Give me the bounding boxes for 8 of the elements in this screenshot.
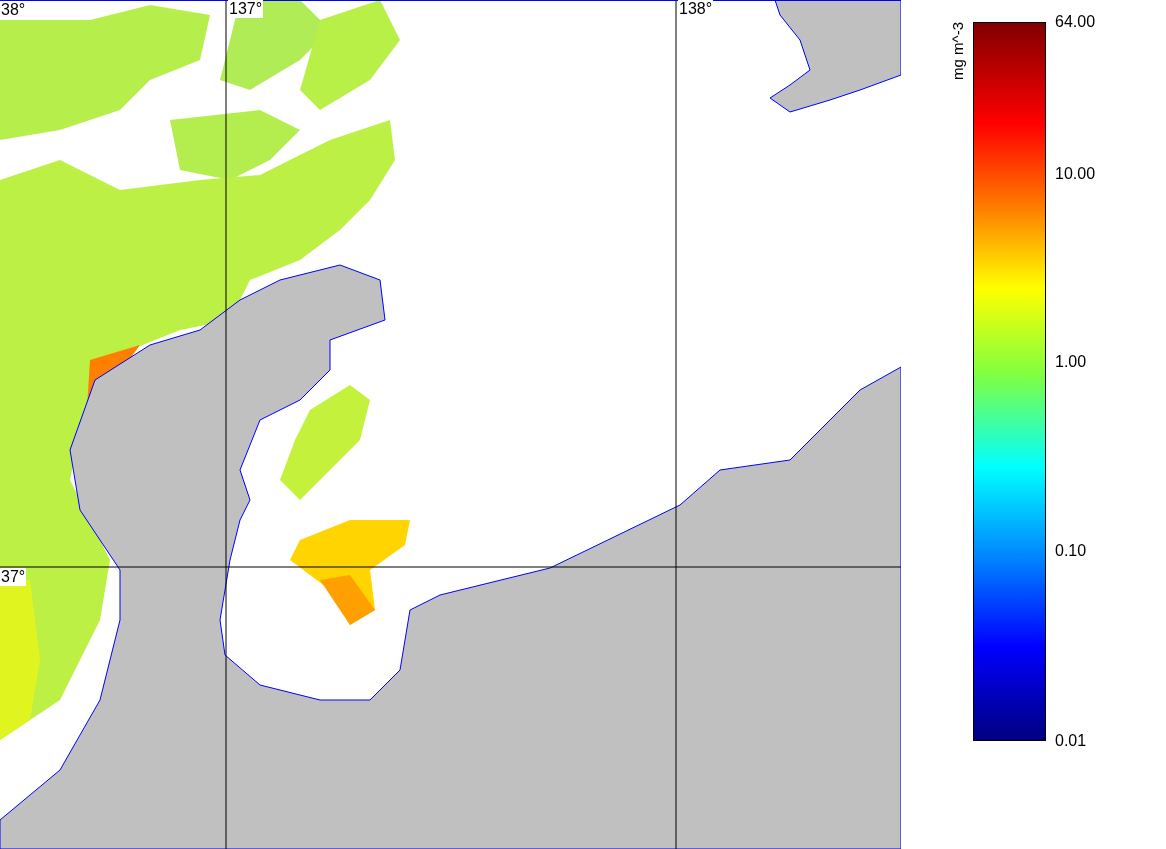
scale-tick-label: 64.00 <box>1055 12 1096 32</box>
latitude-label: 37° <box>0 568 27 586</box>
scale-tick-label: 0.01 <box>1055 731 1087 751</box>
scale-tick-label: 10.00 <box>1055 163 1096 184</box>
scale-tick-label: 0.10 <box>1055 541 1087 562</box>
unit-label: mg m^-3 <box>949 22 966 80</box>
longitude-label: 137° <box>228 0 264 18</box>
scale-tick-label: 1.00 <box>1055 352 1087 373</box>
